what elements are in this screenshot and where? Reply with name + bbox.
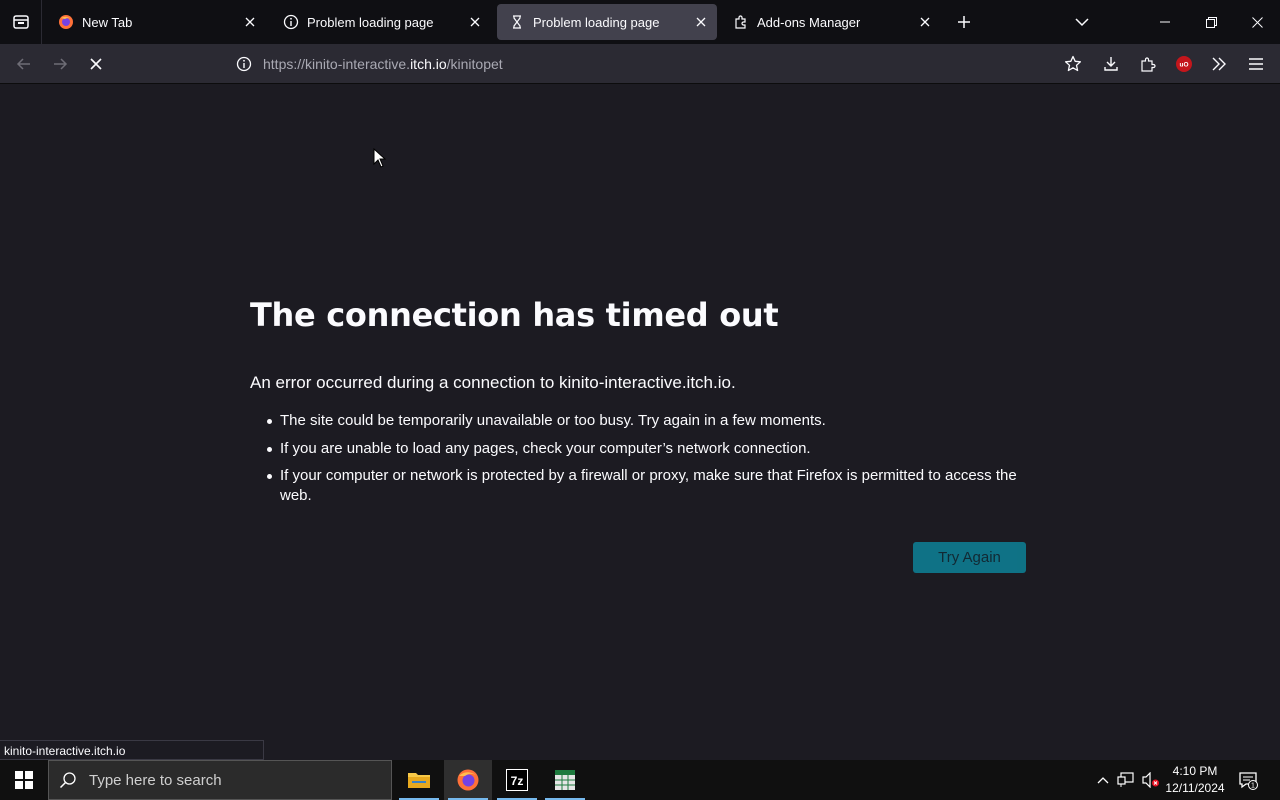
volume-tray-button[interactable]: [1140, 760, 1162, 800]
close-tab-button[interactable]: [240, 12, 260, 32]
hamburger-icon: [1249, 58, 1263, 70]
clock-date: 12/11/2024: [1165, 781, 1225, 795]
list-item: The site could be temporarily unavailabl…: [267, 411, 1040, 431]
ublock-origin-button[interactable]: uO: [1168, 48, 1200, 80]
7zip-icon: 7z: [506, 769, 528, 791]
arrow-left-icon: [16, 58, 30, 70]
start-button[interactable]: [0, 760, 48, 800]
site-info-icon[interactable]: [228, 48, 260, 80]
new-tab-button[interactable]: [950, 8, 978, 36]
network-tray-button[interactable]: [1116, 760, 1136, 800]
taskbar-search-box[interactable]: Type here to search: [48, 760, 392, 800]
taskbar-firefox[interactable]: [444, 760, 492, 800]
tab-title: New Tab: [82, 14, 133, 30]
restore-icon: [1205, 16, 1217, 28]
info-icon: [283, 14, 299, 30]
url-prefix: https://kinito-interactive.: [263, 56, 411, 72]
firefox-view-icon: [12, 15, 29, 29]
url-text: https://kinito-interactive.itch.io/kinit…: [263, 56, 503, 72]
spreadsheet-app-icon: [555, 770, 575, 790]
error-suggestions-list: The site could be temporarily unavailabl…: [267, 411, 1040, 514]
minimize-button[interactable]: [1142, 0, 1188, 44]
close-icon: [470, 17, 480, 27]
arrow-right-icon: [54, 58, 68, 70]
back-button[interactable]: [8, 48, 40, 80]
close-tab-button[interactable]: [465, 12, 485, 32]
tab-strip: New Tab Problem loading page Problem loa…: [0, 0, 1280, 44]
mouse-cursor-icon: [373, 148, 387, 168]
firefox-icon: [457, 769, 479, 791]
notification-count: 1: [1251, 783, 1255, 790]
taskbar-file-explorer[interactable]: [395, 760, 443, 800]
plus-icon: [958, 16, 970, 28]
close-icon: [245, 17, 255, 27]
download-icon: [1104, 57, 1118, 71]
url-bar[interactable]: https://kinito-interactive.itch.io/kinit…: [228, 48, 1056, 80]
taskbar-app[interactable]: [541, 760, 589, 800]
action-center-button[interactable]: 1: [1232, 760, 1264, 800]
navigation-toolbar: https://kinito-interactive.itch.io/kinit…: [0, 44, 1280, 84]
notification-icon: 1: [1239, 772, 1258, 790]
taskbar: Type here to search 7z 4:10 PM 12/11/202…: [0, 760, 1280, 800]
stop-icon: [90, 58, 102, 70]
puzzle-icon: [1141, 57, 1156, 72]
clock-time: 4:10 PM: [1172, 764, 1218, 778]
svg-text:uO: uO: [1179, 62, 1188, 69]
double-chevron-right-icon: [1212, 57, 1226, 71]
list-all-tabs-button[interactable]: [1068, 8, 1096, 36]
tab-title: Problem loading page: [533, 14, 660, 30]
list-item: If you are unable to load any pages, che…: [267, 439, 1040, 459]
ublock-shield-icon: uO: [1176, 56, 1192, 72]
close-icon: [696, 17, 706, 27]
puzzle-icon: [733, 14, 749, 30]
url-domain: itch.io: [410, 56, 447, 72]
try-again-label: Try Again: [938, 549, 1001, 566]
error-title: The connection has timed out: [250, 296, 779, 334]
minimize-icon: [1160, 21, 1170, 23]
firefox-icon: [58, 14, 74, 30]
hourglass-icon: [509, 14, 525, 30]
tab-problem-loading-1[interactable]: Problem loading page: [271, 4, 491, 40]
app-menu-button[interactable]: [1240, 48, 1272, 80]
tab-problem-loading-2[interactable]: Problem loading page: [497, 4, 717, 40]
extensions-button[interactable]: [1132, 48, 1164, 80]
forward-button[interactable]: [44, 48, 76, 80]
close-tab-button[interactable]: [915, 12, 935, 32]
tab-addons-manager[interactable]: Add-ons Manager: [721, 4, 941, 40]
taskbar-clock[interactable]: 4:10 PM 12/11/2024: [1160, 763, 1230, 797]
chevron-down-icon: [1075, 18, 1089, 27]
show-hidden-icons-button[interactable]: [1094, 760, 1112, 800]
firefox-view-button[interactable]: [0, 0, 42, 44]
stop-button[interactable]: [80, 48, 112, 80]
volume-muted-icon: [1142, 772, 1159, 788]
windows-logo-icon: [15, 771, 33, 789]
close-window-button[interactable]: [1234, 0, 1280, 44]
page-content: The connection has timed out An error oc…: [0, 85, 1280, 760]
more-tools-button[interactable]: [1203, 48, 1235, 80]
tab-title: Add-ons Manager: [757, 14, 861, 30]
url-path: /kinitopet: [446, 56, 503, 72]
tab-title: Problem loading page: [307, 14, 434, 30]
error-description: An error occurred during a connection to…: [250, 373, 736, 392]
bookmark-button[interactable]: [1057, 48, 1089, 80]
status-panel: kinito-interactive.itch.io: [0, 740, 264, 760]
try-again-button[interactable]: Try Again: [913, 542, 1026, 573]
svg-text:7z: 7z: [511, 774, 524, 788]
list-item: If your computer or network is protected…: [267, 466, 1040, 506]
chevron-up-icon: [1097, 777, 1109, 784]
tab-new-tab[interactable]: New Tab: [46, 4, 266, 40]
close-icon: [920, 17, 930, 27]
restore-button[interactable]: [1188, 0, 1234, 44]
close-tab-button[interactable]: [691, 12, 711, 32]
search-placeholder: Type here to search: [89, 771, 222, 789]
network-icon: [1117, 772, 1134, 787]
close-icon: [1251, 16, 1263, 28]
folder-icon: [408, 773, 430, 788]
downloads-button[interactable]: [1095, 48, 1127, 80]
search-icon: [59, 772, 76, 789]
taskbar-7zip[interactable]: 7z: [493, 760, 541, 800]
star-icon: [1064, 55, 1082, 72]
